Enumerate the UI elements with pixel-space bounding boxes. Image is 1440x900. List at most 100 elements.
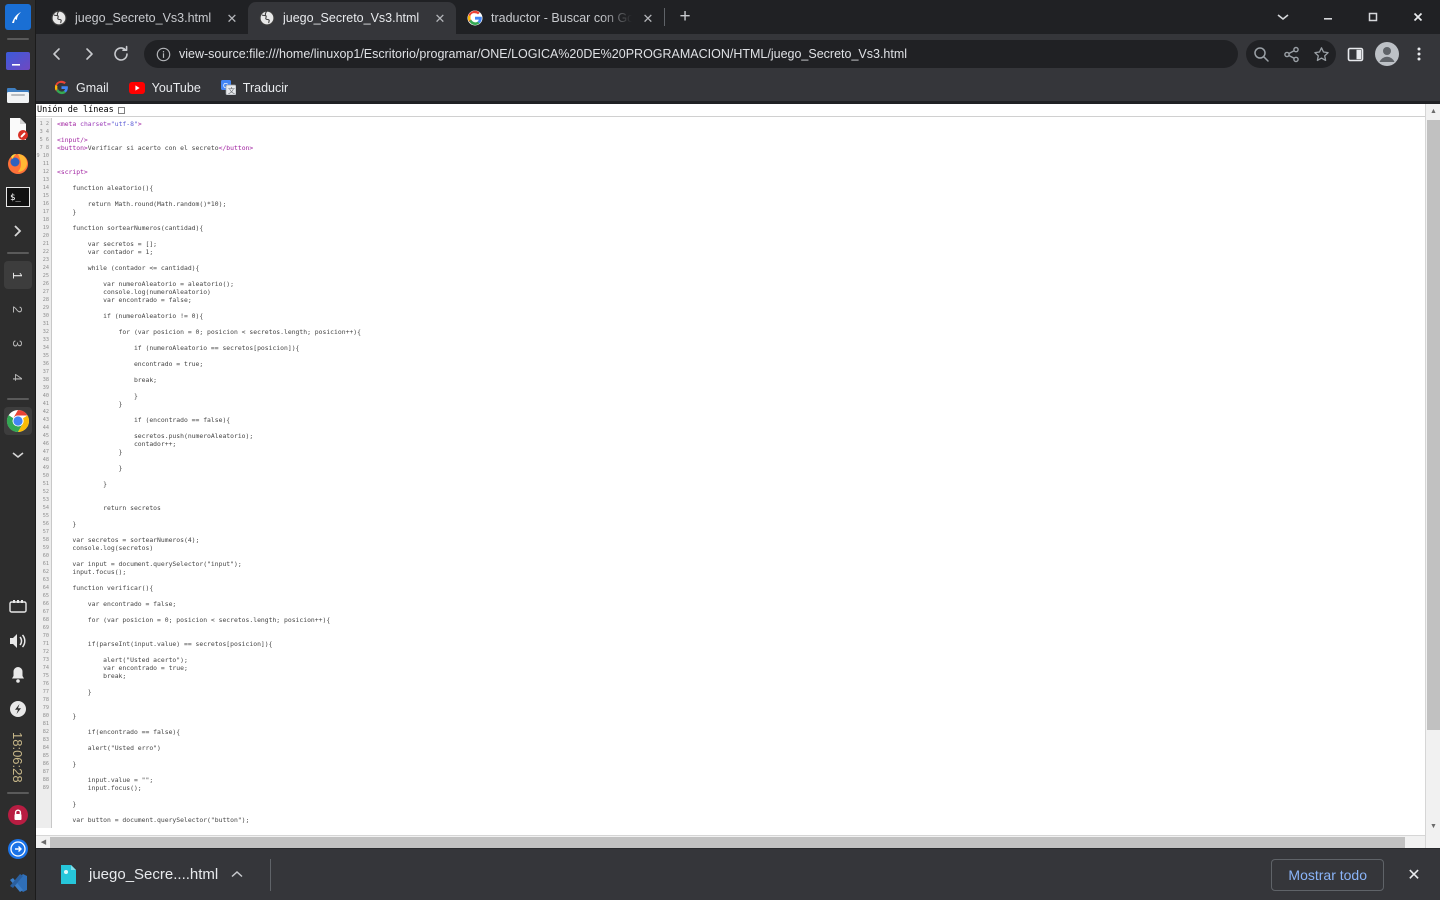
tab-title: juego_Secreto_Vs3.html xyxy=(283,11,420,25)
line-wrap-toggle-bar: Unión de líneas xyxy=(36,104,1440,117)
dock-divider-1 xyxy=(6,38,29,40)
workspace-label: 4 xyxy=(9,373,25,381)
globe-icon xyxy=(259,10,275,26)
omnibox-actions xyxy=(1246,40,1336,68)
scroll-down-arrow-icon[interactable]: ▼ xyxy=(1426,819,1440,834)
browser-tab-3[interactable]: traductor - Buscar con Goo ✕ xyxy=(456,2,664,34)
file-manager-icon[interactable] xyxy=(4,81,32,109)
chrome-icon[interactable] xyxy=(3,407,32,435)
scroll-left-arrow-icon[interactable]: ◀ xyxy=(36,835,51,848)
workspace-label: 2 xyxy=(9,305,25,313)
text-editor-icon[interactable] xyxy=(4,115,32,143)
dock-divider-4 xyxy=(6,792,29,794)
source-code-text[interactable]: <meta charset="utf-8"> <input/> <button>… xyxy=(52,118,1440,828)
bookmark-label: Traducir xyxy=(242,80,289,95)
side-panel-icon[interactable] xyxy=(1340,39,1370,69)
show-all-downloads-button[interactable]: Mostrar todo xyxy=(1271,858,1384,891)
minimize-button[interactable] xyxy=(1305,0,1350,34)
tab-title: traductor - Buscar con Goo xyxy=(491,11,632,25)
terminal-emulator-icon[interactable] xyxy=(4,47,32,75)
chrome-browser-window: juego_Secreto_Vs3.html ✕ juego_Secreto_V… xyxy=(36,0,1440,900)
tab-close-icon[interactable]: ✕ xyxy=(432,10,448,26)
view-source-page: Unión de líneas 1 2 3 4 5 6 7 8 9 10 11 … xyxy=(36,104,1440,848)
power-icon[interactable] xyxy=(4,695,32,723)
new-tab-button[interactable]: + xyxy=(671,3,699,31)
vertical-scrollbar-thumb[interactable] xyxy=(1427,120,1440,730)
firefox-icon[interactable] xyxy=(4,149,32,177)
volume-icon[interactable] xyxy=(4,627,32,655)
svg-text:$_: $_ xyxy=(10,193,21,203)
console-icon[interactable] xyxy=(4,217,32,245)
tab-title: juego_Secreto_Vs3.html xyxy=(75,11,212,25)
terminal-icon[interactable]: $_ xyxy=(4,183,32,211)
chrome-menu-icon[interactable] xyxy=(1404,39,1434,69)
shelf-divider xyxy=(270,858,272,891)
address-bar[interactable]: view-source:file:///home/linuxop1/Escrit… xyxy=(144,40,1238,68)
download-item[interactable]: juego_Secre....html xyxy=(50,858,254,891)
window-controls xyxy=(1260,0,1440,34)
site-info-icon[interactable] xyxy=(156,47,171,62)
kali-menu-icon[interactable] xyxy=(4,3,32,31)
tab-separator xyxy=(664,8,665,26)
translate-icon: G文 xyxy=(220,80,236,95)
bookmark-youtube[interactable]: YouTube xyxy=(121,78,209,98)
network-icon[interactable] xyxy=(4,593,32,621)
profile-avatar[interactable] xyxy=(1372,39,1402,69)
dock-divider-2 xyxy=(6,252,29,254)
svg-text:文: 文 xyxy=(228,86,235,95)
url-text[interactable]: view-source:file:///home/linuxop1/Escrit… xyxy=(179,47,907,61)
tab-strip: juego_Secreto_Vs3.html ✕ juego_Secreto_V… xyxy=(36,0,1440,34)
bookmark-star-icon[interactable] xyxy=(1306,39,1336,69)
system-dock[interactable]: $_ 1 2 3 4 18:06:28 xyxy=(0,0,36,900)
line-wrap-label: Unión de líneas xyxy=(37,105,114,115)
system-monitor-graph xyxy=(3,476,33,586)
browser-tab-1[interactable]: juego_Secreto_Vs3.html ✕ xyxy=(40,2,248,34)
workspace-1[interactable]: 1 xyxy=(3,261,32,289)
workspace-4[interactable]: 4 xyxy=(4,363,32,391)
maximize-button[interactable] xyxy=(1350,0,1395,34)
reload-button[interactable] xyxy=(106,39,136,69)
workspace-label: 1 xyxy=(9,271,25,279)
bookmark-label: Gmail xyxy=(76,80,109,95)
bookmark-gmail[interactable]: Gmail xyxy=(46,77,117,98)
share-icon[interactable] xyxy=(1276,39,1306,69)
download-file-name: juego_Secre....html xyxy=(89,866,219,883)
forward-button[interactable] xyxy=(74,39,104,69)
back-button[interactable] xyxy=(42,39,72,69)
close-shelf-icon[interactable]: ✕ xyxy=(1402,865,1426,885)
bookmark-label: YouTube xyxy=(151,80,201,95)
vertical-scrollbar[interactable]: ▲ ▼ xyxy=(1425,104,1440,848)
close-button[interactable] xyxy=(1395,0,1440,34)
notification-bell-icon[interactable] xyxy=(4,661,32,689)
download-shelf: juego_Secre....html Mostrar todo ✕ xyxy=(36,848,1440,900)
horizontal-scrollbar-thumb[interactable] xyxy=(50,837,1405,848)
lock-screen-icon[interactable] xyxy=(4,801,32,829)
workspace-2[interactable]: 2 xyxy=(4,295,32,323)
bookmarks-bar: Gmail YouTube G文 Traducir xyxy=(36,74,1440,102)
google-icon xyxy=(467,10,483,26)
html-file-icon xyxy=(60,864,77,885)
line-wrap-checkbox[interactable] xyxy=(117,106,125,114)
google-icon xyxy=(54,80,69,95)
youtube-icon xyxy=(128,81,145,94)
tab-close-icon[interactable]: ✕ xyxy=(640,10,656,26)
dock-clock: 18:06:28 xyxy=(10,731,25,783)
line-number-gutter: 1 2 3 4 5 6 7 8 9 10 11 12 13 14 15 16 1… xyxy=(36,118,52,828)
dock-expand-chevron-icon[interactable] xyxy=(4,441,32,469)
horizontal-scrollbar[interactable]: ◀ xyxy=(36,835,1425,848)
scroll-up-arrow-icon[interactable]: ▲ xyxy=(1426,104,1440,119)
bookmark-traducir[interactable]: G文 Traducir xyxy=(213,77,296,98)
logout-icon[interactable] xyxy=(4,835,32,863)
chevron-up-icon[interactable] xyxy=(230,867,244,882)
browser-tab-2[interactable]: juego_Secreto_Vs3.html ✕ xyxy=(248,2,456,34)
vscode-icon[interactable] xyxy=(4,869,32,897)
tab-close-icon[interactable]: ✕ xyxy=(224,10,240,26)
globe-icon xyxy=(51,10,67,26)
source-code-viewport[interactable]: 1 2 3 4 5 6 7 8 9 10 11 12 13 14 15 16 1… xyxy=(36,118,1440,828)
search-icon[interactable] xyxy=(1246,39,1276,69)
tab-search-chevron-icon[interactable] xyxy=(1260,0,1305,34)
workspace-label: 3 xyxy=(9,339,25,347)
workspace-3[interactable]: 3 xyxy=(4,329,32,357)
browser-toolbar: view-source:file:///home/linuxop1/Escrit… xyxy=(36,34,1440,74)
dock-divider-3 xyxy=(6,398,29,400)
